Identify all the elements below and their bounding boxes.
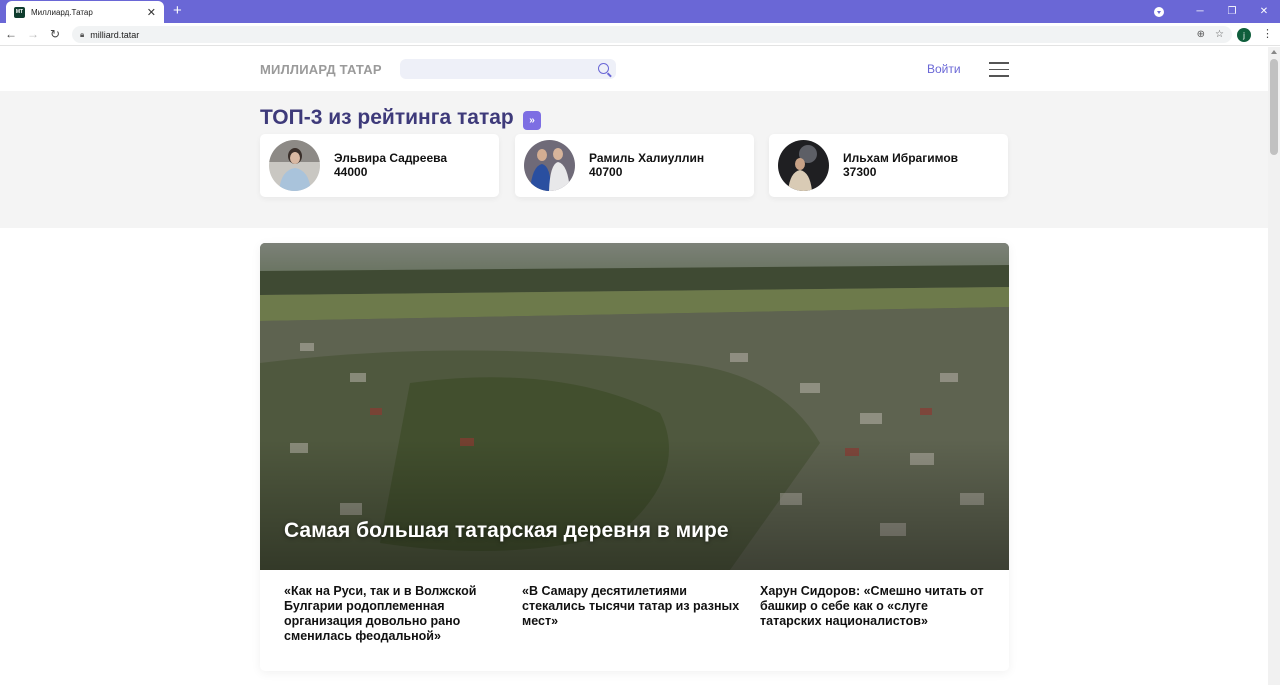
scroll-up-icon[interactable]	[1271, 50, 1277, 54]
hero-image[interactable]: Самая большая татарская деревня в мире	[260, 243, 1009, 570]
site-header: МИЛЛИАРД ТАТАР Войти	[0, 47, 1268, 91]
login-link[interactable]: Войти	[927, 62, 961, 76]
top-rating-title[interactable]: ТОП-3 из рейтинга татар	[260, 106, 514, 130]
new-tab-button[interactable]: +	[173, 2, 182, 19]
restore-icon[interactable]: ❐	[1216, 6, 1248, 17]
reload-icon[interactable]: ↻	[44, 27, 66, 41]
person-name: Ильхам Ибрагимов	[843, 151, 959, 165]
avatar	[269, 140, 320, 191]
feature-card: Самая большая татарская деревня в мире «…	[260, 243, 1009, 671]
search-box[interactable]	[400, 59, 616, 80]
search-icon[interactable]	[598, 63, 609, 74]
site-favicon-icon: МТ	[14, 6, 25, 18]
rating-more-button[interactable]: »	[523, 111, 541, 130]
window-controls: ─ ❐ ✕	[1154, 0, 1280, 23]
person-score: 44000	[334, 165, 368, 179]
minimize-icon[interactable]: ─	[1184, 6, 1216, 17]
person-score: 40700	[589, 165, 623, 179]
hamburger-menu-icon[interactable]	[989, 62, 1009, 77]
url-text[interactable]: milliard.tatar	[90, 30, 1186, 40]
person-card[interactable]: Ильхам Ибрагимов 37300	[769, 134, 1008, 197]
address-bar[interactable]: 🔒︎ milliard.tatar ⊕ ☆	[72, 26, 1232, 43]
lock-icon[interactable]: 🔒︎	[80, 30, 84, 40]
site-logo[interactable]: МИЛЛИАРД ТАТАР	[260, 62, 382, 77]
bookmark-star-icon[interactable]: ☆	[1215, 29, 1224, 40]
forward-arrow-icon[interactable]: →	[22, 27, 44, 41]
news-item[interactable]: «Как на Руси, так и в Волжской Булгарии …	[284, 584, 504, 644]
tab-search-icon[interactable]	[1154, 6, 1164, 17]
page-scrollbar[interactable]	[1268, 47, 1280, 685]
person-card[interactable]: Эльвира Садреева 44000	[260, 134, 499, 197]
avatar	[778, 140, 829, 191]
person-name: Эльвира Садреева	[334, 151, 448, 165]
person-name: Рамиль Халиуллин	[589, 151, 705, 165]
back-arrow-icon[interactable]: ←	[0, 27, 22, 41]
person-score: 37300	[843, 165, 877, 179]
news-item[interactable]: «В Самару десятилетиями стекались тысячи…	[522, 584, 742, 629]
feature-title[interactable]: Самая большая татарская деревня в мире	[284, 519, 729, 543]
avatar	[524, 140, 575, 191]
browser-tab[interactable]: МТ Миллиард.Татар ✕	[6, 1, 164, 23]
search-input[interactable]	[400, 59, 590, 80]
browser-tabbar: МТ Миллиард.Татар ✕ + ─ ❐ ✕	[0, 0, 1280, 23]
profile-avatar[interactable]: j	[1237, 28, 1251, 42]
scroll-thumb[interactable]	[1270, 59, 1278, 155]
window-close-icon[interactable]: ✕	[1248, 6, 1280, 17]
browser-menu-icon[interactable]: ⋮	[1262, 27, 1273, 40]
tab-close-icon[interactable]: ✕	[147, 6, 156, 19]
top-rating-section: ТОП-3 из рейтинга татар » Эльвира Садрее…	[0, 91, 1268, 228]
zoom-icon[interactable]: ⊕	[1197, 29, 1205, 40]
tab-title: Миллиард.Татар	[31, 7, 93, 17]
person-card[interactable]: Рамиль Халиуллин 40700	[515, 134, 754, 197]
browser-toolbar: ← → ↻ 🔒︎ milliard.tatar ⊕ ☆ j ⋮	[0, 23, 1280, 46]
news-item[interactable]: Харун Сидоров: «Смешно читать от башкир …	[760, 584, 988, 629]
